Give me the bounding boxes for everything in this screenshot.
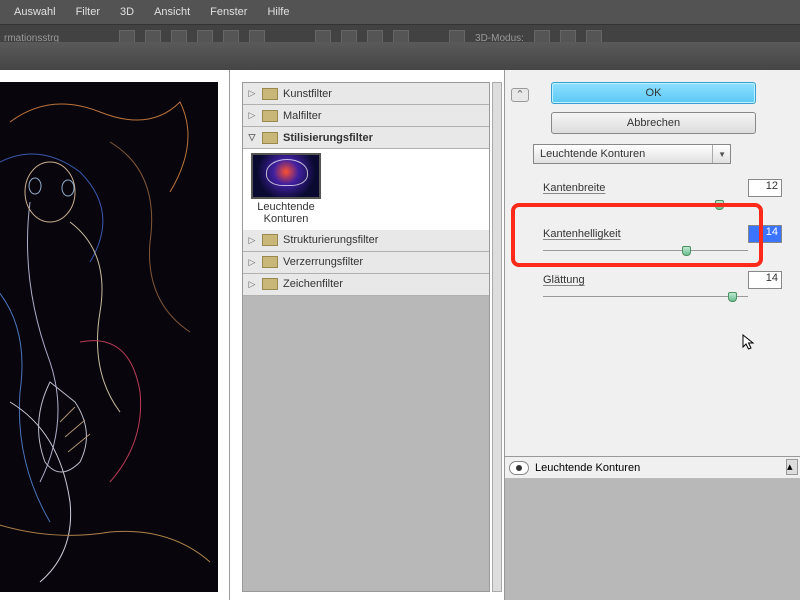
select-value: Leuchtende Konturen [540, 148, 645, 160]
cancel-button[interactable]: Abbrechen [551, 112, 756, 134]
filter-select[interactable]: Leuchtende Konturen ▼ [533, 144, 731, 164]
folder-icon [262, 110, 278, 122]
filter-thumb-leuchtende-konturen[interactable]: LeuchtendeKonturen [247, 153, 325, 226]
param-glaettung-slider[interactable] [543, 292, 748, 302]
chevron-right-icon: ▷ [247, 88, 257, 99]
thumbnail-area: LeuchtendeKonturen [243, 149, 489, 230]
param-kantenbreite: Kantenbreite 12 [543, 178, 782, 198]
menubar: Auswahl Filter 3D Ansicht Fenster Hilfe [0, 0, 800, 24]
param-label: Glättung [543, 274, 748, 286]
slider-track [543, 296, 748, 297]
tree-label: Kunstfilter [283, 88, 332, 100]
mouse-cursor-icon [742, 334, 756, 352]
folder-icon [262, 256, 278, 268]
folder-icon [262, 278, 278, 290]
chevron-down-icon: ▽ [247, 132, 257, 143]
tree-scrollbar[interactable] [492, 82, 502, 592]
dialog-titlebar[interactable] [0, 42, 800, 70]
folder-icon [262, 88, 278, 100]
filter-gallery-dialog: ▷ Kunstfilter ▷ Malfilter ▽ Stilisierung… [0, 42, 800, 600]
param-glaettung-input[interactable]: 14 [748, 271, 782, 289]
filter-tree: ▷ Kunstfilter ▷ Malfilter ▽ Stilisierung… [242, 82, 490, 592]
controls-column: ⌃ OK Abbrechen Leuchtende Konturen ▼ Kan… [505, 70, 800, 600]
thumbnail-label: LeuchtendeKonturen [247, 201, 325, 226]
filter-tree-column: ▷ Kunstfilter ▷ Malfilter ▽ Stilisierung… [230, 70, 505, 600]
menu-fenster[interactable]: Fenster [200, 2, 257, 22]
slider-thumb[interactable] [715, 200, 724, 210]
chevron-right-icon: ▷ [247, 279, 257, 290]
chevron-up-icon: ⌃ [515, 89, 524, 101]
param-label: Kantenbreite [543, 182, 748, 194]
param-kantenhelligkeit-slider[interactable] [543, 246, 748, 256]
folder-icon [262, 234, 278, 246]
effects-header[interactable]: Leuchtende Konturen ▴ [505, 457, 800, 479]
chevron-right-icon: ▷ [247, 235, 257, 246]
effects-scroll-up[interactable]: ▴ [786, 459, 798, 475]
slider-thumb[interactable] [728, 292, 737, 302]
slider-track [543, 250, 748, 251]
menu-filter[interactable]: Filter [66, 2, 110, 22]
menu-hilfe[interactable]: Hilfe [257, 2, 299, 22]
tree-item-verzerrungsfilter[interactable]: ▷ Verzerrungsfilter [243, 252, 489, 274]
tree-item-zeichenfilter[interactable]: ▷ Zeichenfilter [243, 274, 489, 296]
effect-name: Leuchtende Konturen [535, 462, 640, 474]
folder-icon [262, 132, 278, 144]
ok-button[interactable]: OK [551, 82, 756, 104]
tree-label: Strukturierungsfilter [283, 234, 378, 246]
param-kantenhelligkeit: Kantenhelligkeit 14 [543, 224, 782, 244]
effects-body [505, 479, 800, 600]
chevron-right-icon: ▷ [247, 257, 257, 268]
tree-item-stilisierungsfilter[interactable]: ▽ Stilisierungsfilter [243, 127, 489, 149]
collapse-button[interactable]: ⌃ [511, 88, 529, 102]
filter-preview[interactable] [0, 82, 218, 592]
slider-thumb[interactable] [682, 246, 691, 256]
tree-label: Verzerrungsfilter [283, 256, 363, 268]
param-kantenhelligkeit-input[interactable]: 14 [748, 225, 782, 243]
param-kantenbreite-input[interactable]: 12 [748, 179, 782, 197]
eye-icon[interactable] [509, 461, 529, 475]
tree-label: Zeichenfilter [283, 278, 343, 290]
menu-ansicht[interactable]: Ansicht [144, 2, 200, 22]
menu-3d[interactable]: 3D [110, 2, 144, 22]
tree-item-strukturierungsfilter[interactable]: ▷ Strukturierungsfilter [243, 230, 489, 252]
menu-auswahl[interactable]: Auswahl [4, 2, 66, 22]
tree-item-malfilter[interactable]: ▷ Malfilter [243, 105, 489, 127]
tree-label: Malfilter [283, 110, 322, 122]
chevron-right-icon: ▷ [247, 110, 257, 121]
effects-panel: Leuchtende Konturen ▴ [505, 456, 800, 600]
param-glaettung: Glättung 14 [543, 270, 782, 290]
tree-item-kunstfilter[interactable]: ▷ Kunstfilter [243, 83, 489, 105]
param-label: Kantenhelligkeit [543, 228, 748, 240]
tree-label: Stilisierungsfilter [283, 132, 373, 144]
param-kantenbreite-slider[interactable] [543, 200, 748, 210]
chevron-down-icon: ▼ [712, 145, 726, 163]
preview-column [0, 70, 230, 600]
thumbnail-image [251, 153, 321, 199]
